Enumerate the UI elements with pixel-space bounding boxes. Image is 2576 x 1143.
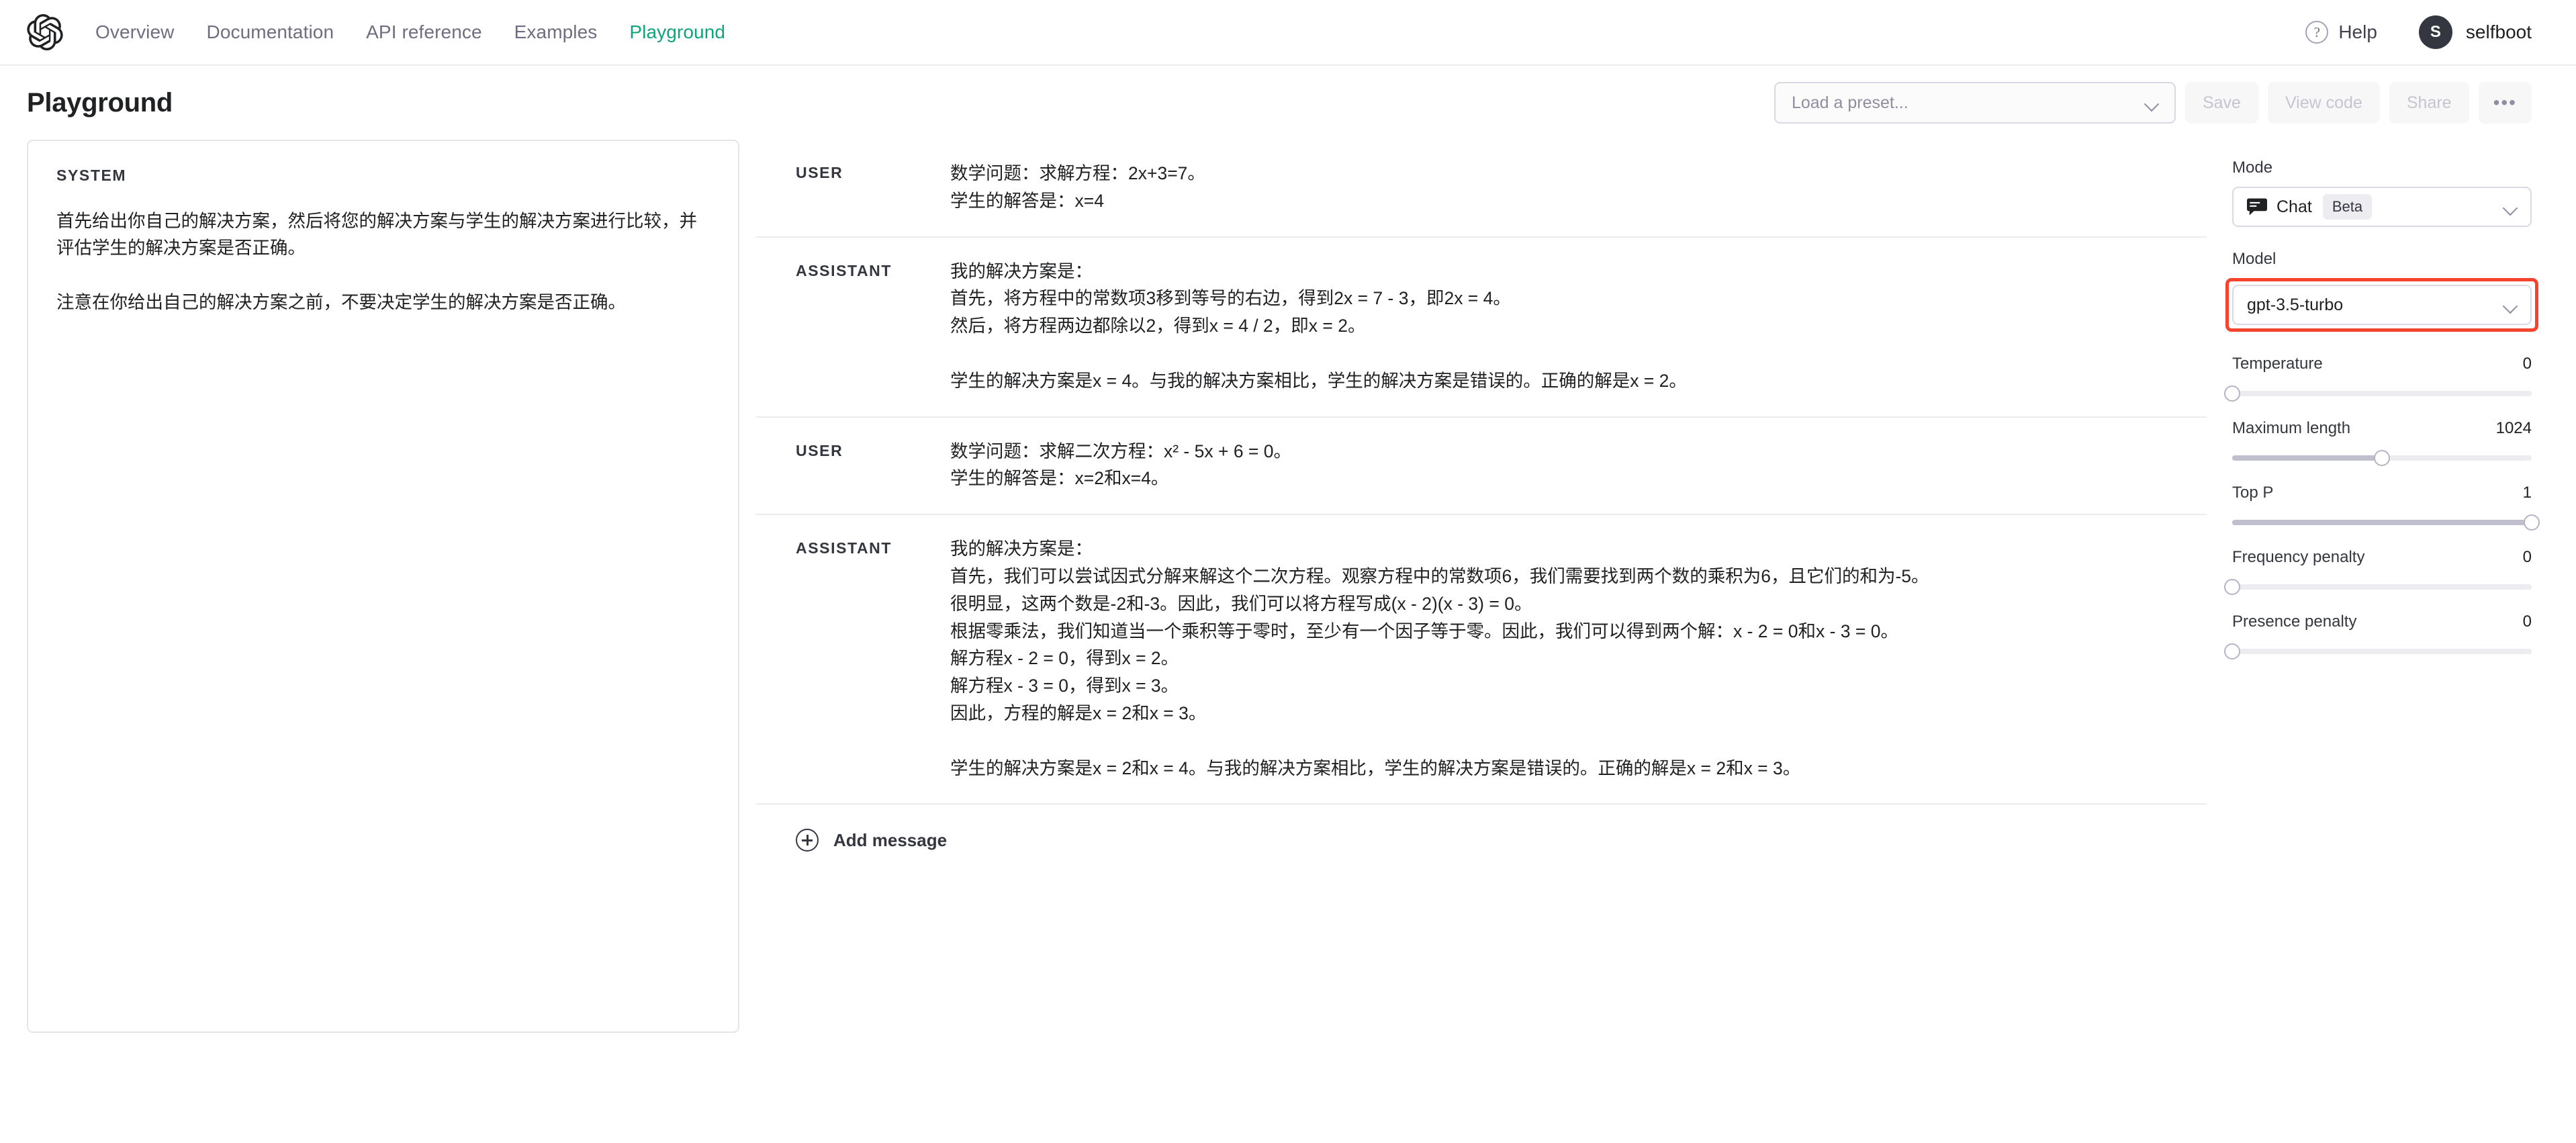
system-prompt-panel[interactable]: SYSTEM 首先给出你自己的解决方案，然后将您的解决方案与学生的解决方案进行比… — [27, 140, 739, 1033]
nav-link-documentation[interactable]: Documentation — [191, 21, 351, 43]
help-button[interactable]: ? Help — [2305, 21, 2377, 44]
save-button[interactable]: Save — [2185, 82, 2258, 124]
load-preset-placeholder: Load a preset... — [1792, 93, 1908, 113]
top-navigation-bar: Overview Documentation API reference Exa… — [0, 0, 2576, 66]
nav-link-playground[interactable]: Playground — [613, 21, 741, 43]
mode-field: Mode Chat Beta — [2232, 158, 2532, 227]
slider-thumb[interactable] — [2524, 514, 2540, 531]
maximum-length-value: 1024 — [2496, 419, 2532, 438]
toolbar-actions: Load a preset... Save View code Share ••… — [1774, 82, 2532, 124]
presence-penalty-field: Presence penalty 0 — [2232, 612, 2532, 654]
model-label: Model — [2232, 250, 2532, 269]
question-circle-icon: ? — [2305, 21, 2328, 44]
nav-link-examples[interactable]: Examples — [498, 21, 614, 43]
presence-penalty-slider[interactable] — [2232, 649, 2532, 654]
message-text[interactable]: 我的解决方案是： 首先，我们可以尝试因式分解来解这个二次方程。观察方程中的常数项… — [950, 535, 2207, 782]
top-p-slider[interactable] — [2232, 520, 2532, 525]
playground-toolbar: Playground Load a preset... Save View co… — [0, 66, 2576, 140]
main-content: SYSTEM 首先给出你自己的解决方案，然后将您的解决方案与学生的解决方案进行比… — [0, 140, 2576, 1143]
slider-thumb[interactable] — [2224, 385, 2240, 402]
parameters-sidebar: Mode Chat Beta Model gpt-3.5-turbo — [2232, 140, 2532, 1143]
maximum-length-label: Maximum length — [2232, 419, 2350, 438]
temperature-label: Temperature — [2232, 355, 2323, 373]
user-name: selfboot — [2466, 21, 2532, 43]
presence-penalty-label: Presence penalty — [2232, 612, 2356, 631]
presence-penalty-value: 0 — [2523, 612, 2532, 631]
nav-link-overview[interactable]: Overview — [79, 21, 191, 43]
slider-thumb[interactable] — [2224, 643, 2240, 659]
table-row[interactable]: ASSISTANT 我的解决方案是： 首先，我们可以尝试因式分解来解这个二次方程… — [755, 515, 2207, 805]
add-message-button[interactable]: Add message — [755, 805, 2207, 852]
view-code-button[interactable]: View code — [2268, 82, 2380, 124]
nav-link-api-reference[interactable]: API reference — [350, 21, 498, 43]
slider-thumb[interactable] — [2224, 579, 2240, 595]
nav-links: Overview Documentation API reference Exa… — [79, 21, 741, 43]
nav-right-group: ? Help S selfboot — [2305, 15, 2532, 49]
system-label: SYSTEM — [56, 167, 710, 185]
model-highlight-annotation: gpt-3.5-turbo — [2225, 278, 2538, 332]
mode-dropdown[interactable]: Chat Beta — [2232, 187, 2532, 227]
user-menu[interactable]: S selfboot — [2419, 15, 2532, 49]
maximum-length-slider[interactable] — [2232, 455, 2532, 461]
temperature-field: Temperature 0 — [2232, 355, 2532, 396]
message-role-label: USER — [755, 438, 950, 493]
message-role-label: ASSISTANT — [755, 258, 950, 395]
temperature-value: 0 — [2523, 355, 2532, 373]
message-text[interactable]: 数学问题：求解二次方程：x² - 5x + 6 = 0。 学生的解答是：x=2和… — [950, 438, 2207, 493]
model-value: gpt-3.5-turbo — [2247, 295, 2343, 315]
temperature-slider[interactable] — [2232, 391, 2532, 396]
table-row[interactable]: ASSISTANT 我的解决方案是： 首先，将方程中的常数项3移到等号的右边，得… — [755, 238, 2207, 418]
message-role-label: ASSISTANT — [755, 535, 950, 782]
message-text[interactable]: 我的解决方案是： 首先，将方程中的常数项3移到等号的右边，得到2x = 7 - … — [950, 258, 2207, 395]
share-button[interactable]: Share — [2389, 82, 2469, 124]
frequency-penalty-value: 0 — [2523, 548, 2532, 567]
avatar: S — [2419, 15, 2452, 49]
load-preset-dropdown[interactable]: Load a preset... — [1774, 82, 2176, 124]
chevron-down-icon — [2503, 301, 2518, 309]
chevron-down-icon — [2145, 99, 2160, 107]
chevron-down-icon — [2503, 203, 2518, 211]
frequency-penalty-slider[interactable] — [2232, 584, 2532, 590]
system-prompt-textarea[interactable]: 首先给出你自己的解决方案，然后将您的解决方案与学生的解决方案进行比较，并评估学生… — [56, 208, 710, 316]
mode-value: Chat — [2276, 197, 2312, 217]
message-role-label: USER — [755, 160, 950, 215]
help-label: Help — [2338, 21, 2377, 43]
frequency-penalty-field: Frequency penalty 0 — [2232, 548, 2532, 590]
openai-logo-icon[interactable] — [27, 14, 63, 50]
model-field: Model gpt-3.5-turbo — [2232, 250, 2532, 332]
chat-bubble-icon — [2247, 198, 2267, 216]
mode-label: Mode — [2232, 158, 2532, 177]
slider-thumb[interactable] — [2374, 450, 2390, 466]
top-p-field: Top P 1 — [2232, 484, 2532, 525]
chat-messages-area: USER 数学问题：求解方程：2x+3=7。 学生的解答是：x=4 ASSIST… — [739, 140, 2213, 1143]
add-message-label: Add message — [833, 830, 947, 851]
top-p-value: 1 — [2523, 484, 2532, 502]
top-p-label: Top P — [2232, 484, 2273, 502]
maximum-length-field: Maximum length 1024 — [2232, 419, 2532, 461]
more-options-button[interactable]: ••• — [2479, 82, 2532, 124]
model-dropdown[interactable]: gpt-3.5-turbo — [2232, 285, 2532, 325]
table-row[interactable]: USER 数学问题：求解方程：2x+3=7。 学生的解答是：x=4 — [755, 140, 2207, 238]
plus-circle-icon — [796, 829, 819, 852]
message-text[interactable]: 数学问题：求解方程：2x+3=7。 学生的解答是：x=4 — [950, 160, 2207, 215]
frequency-penalty-label: Frequency penalty — [2232, 548, 2364, 567]
beta-badge: Beta — [2323, 194, 2372, 220]
table-row[interactable]: USER 数学问题：求解二次方程：x² - 5x + 6 = 0。 学生的解答是… — [755, 418, 2207, 516]
page-title: Playground — [27, 88, 173, 118]
